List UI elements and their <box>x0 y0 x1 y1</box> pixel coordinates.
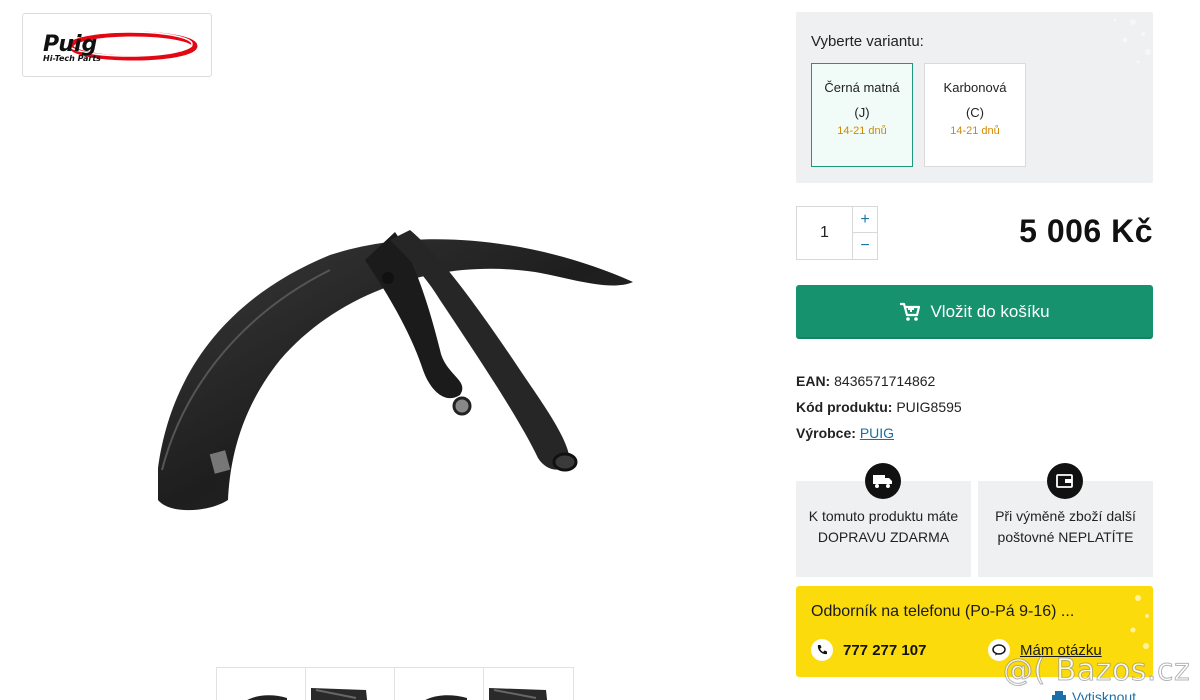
product-code-row: Kód produktu: PUIG8595 <box>796 394 962 420</box>
variant-delivery: 14-21 dnů <box>950 125 1000 137</box>
expert-title[interactable]: Odborník na telefonu (Po-Pá 9-16) ... <box>811 603 1074 621</box>
quantity-input[interactable]: 1 <box>797 207 852 259</box>
quantity-decrease-button[interactable]: − <box>852 233 877 259</box>
add-to-cart-label: Vložit do košíku <box>930 302 1050 321</box>
ask-question-link[interactable]: Mám otázku <box>988 639 1102 661</box>
wallet-icon <box>1047 463 1083 499</box>
product-code-value: PUIG8595 <box>896 399 962 415</box>
phone-number: 777 277 107 <box>843 641 927 659</box>
quantity-increase-button[interactable]: + <box>852 207 877 233</box>
thumbnail[interactable] <box>217 668 306 700</box>
product-code-label: Kód produktu: <box>796 399 893 415</box>
manufacturer-label: Výrobce: <box>796 425 856 441</box>
puig-logo-icon: Puig Hi-Tech Parts <box>43 31 198 63</box>
manufacturer-row: Výrobce: PUIG <box>796 420 962 446</box>
logo-subtitle: Hi-Tech Parts <box>43 54 101 63</box>
thumbnail[interactable] <box>484 668 573 700</box>
quantity-stepper: 1 + − <box>796 206 878 260</box>
thumbnail-strip <box>216 667 574 700</box>
product-image[interactable] <box>140 200 660 540</box>
variant-name: Karbonová (C) <box>943 80 1007 120</box>
ean-value: 8436571714862 <box>834 373 936 389</box>
thumbnail[interactable] <box>395 668 484 700</box>
ean-row: EAN: 8436571714862 <box>796 368 962 394</box>
free-return-text: Při výměně zboží další poštovné NEPLATÍT… <box>995 508 1136 545</box>
variant-option-carbon[interactable]: Karbonová (C) 14-21 dnů <box>924 63 1026 167</box>
expert-phone-link[interactable]: 777 277 107 <box>811 639 926 661</box>
expert-help-box: Odborník na telefonu (Po-Pá 9-16) ... 77… <box>796 586 1153 677</box>
ask-question-label: Mám otázku <box>1020 641 1102 659</box>
variant-name: Černá matná (J) <box>824 80 900 120</box>
panel-texture <box>1130 595 1149 649</box>
print-label: Vytisknout <box>1072 689 1137 700</box>
ean-label: EAN: <box>796 373 831 389</box>
printer-icon <box>1052 691 1066 700</box>
print-link[interactable]: Vytisknout <box>1052 689 1136 700</box>
variant-title: Vyberte variantu: <box>811 33 924 50</box>
free-shipping-text: K tomuto produktu máte DOPRAVU ZDARMA <box>808 508 959 545</box>
variant-option-black-matte[interactable]: Černá matná (J) 14-21 dnů <box>811 63 913 167</box>
product-price: 5 006 Kč <box>1019 213 1153 249</box>
panel-texture <box>1113 18 1151 64</box>
variant-panel: Vyberte variantu: Černá matná (J) 14-21 … <box>796 12 1153 183</box>
brand-logo[interactable]: Puig Hi-Tech Parts <box>22 13 212 77</box>
variant-delivery: 14-21 dnů <box>837 125 887 137</box>
truck-icon <box>865 463 901 499</box>
cart-icon <box>900 302 921 321</box>
product-meta: EAN: 8436571714862 Kód produktu: PUIG859… <box>796 368 962 446</box>
phone-icon <box>811 639 833 661</box>
manufacturer-link[interactable]: PUIG <box>860 425 894 441</box>
chat-icon <box>988 639 1010 661</box>
add-to-cart-button[interactable]: Vložit do košíku <box>796 285 1153 339</box>
thumbnail[interactable] <box>306 668 395 700</box>
